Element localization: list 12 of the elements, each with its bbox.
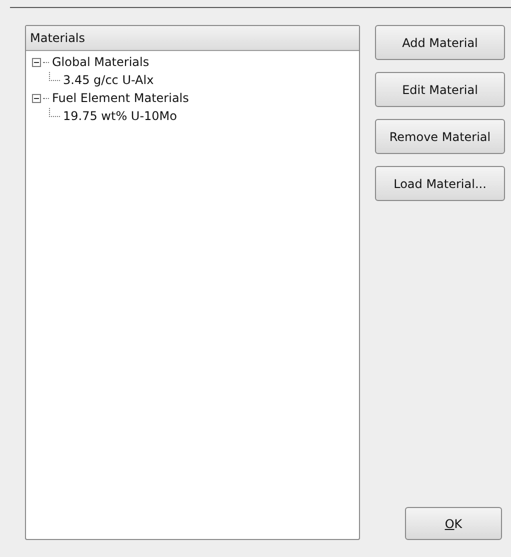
column-header: Materials (26, 26, 359, 51)
material-button[interactable]: Add Material (375, 25, 505, 60)
tree-item[interactable]: 3.45 g/cc U-Alx (63, 73, 154, 87)
material-button[interactable]: Edit Material (375, 72, 505, 107)
ok-button[interactable]: OK (405, 507, 502, 540)
collapse-icon[interactable] (32, 58, 41, 66)
tree-item[interactable]: Fuel Element Materials (52, 91, 189, 105)
material-button[interactable]: Remove Material (375, 119, 505, 154)
collapse-icon[interactable] (32, 94, 41, 102)
tree-item[interactable]: Global Materials (52, 55, 150, 69)
material-button[interactable]: Load Material... (375, 166, 505, 201)
tree-item[interactable]: 19.75 wt% U-10Mo (63, 109, 177, 123)
